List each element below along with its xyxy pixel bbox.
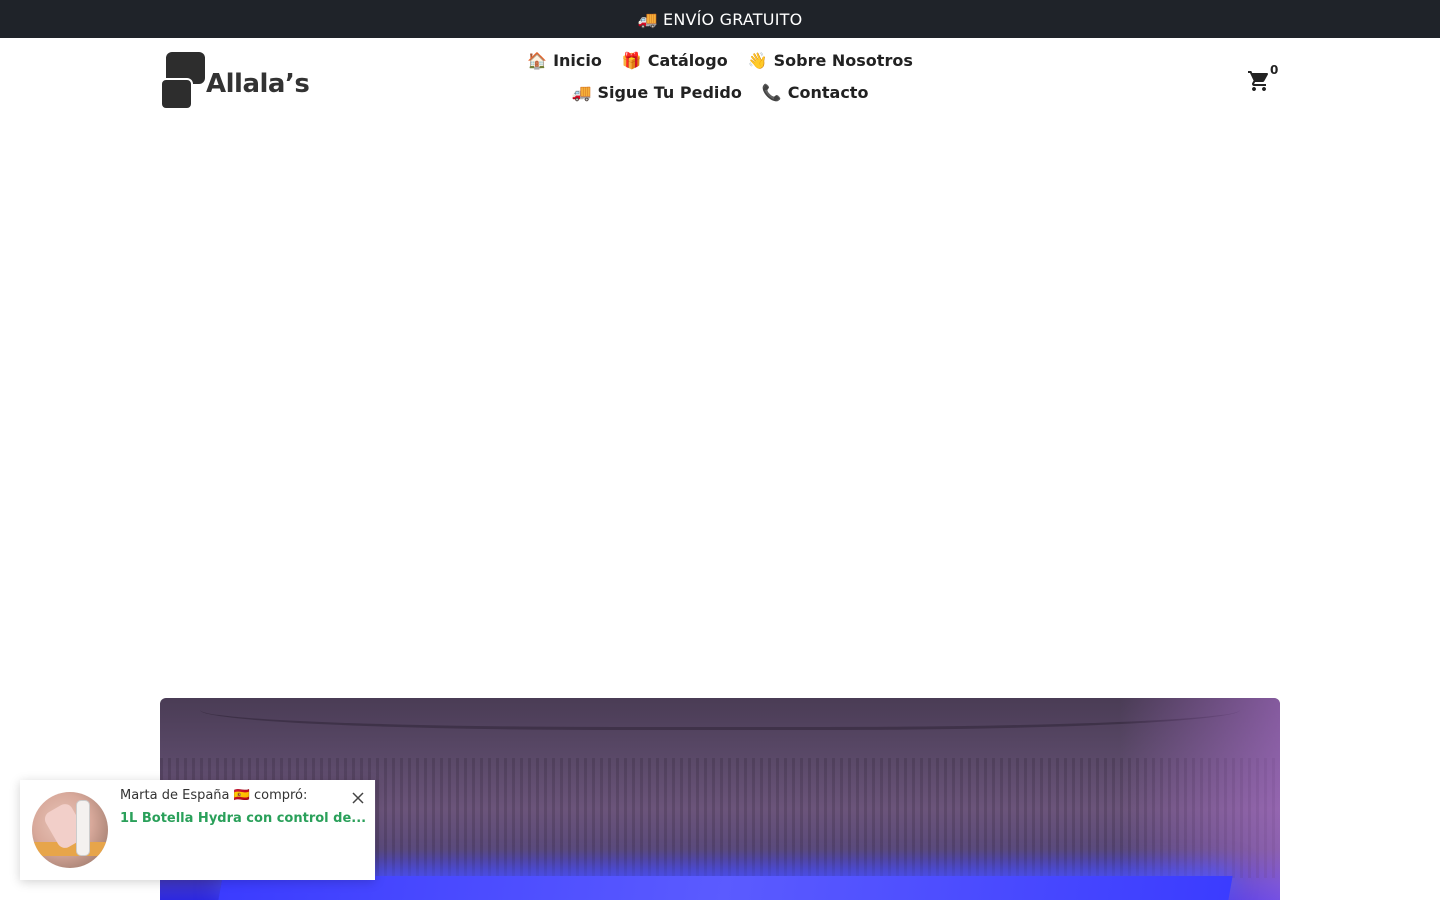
popup-product-link[interactable]: 1L Botella Hydra con control de... <box>120 811 366 826</box>
product-thumbnail[interactable] <box>32 792 108 868</box>
nav-item-label: Inicio <box>553 50 602 70</box>
logo-mark-icon <box>160 52 206 110</box>
site-logo[interactable]: Allala’s <box>160 51 310 111</box>
close-icon[interactable] <box>350 790 366 806</box>
nav-item-label: Contacto <box>787 82 869 102</box>
nav-item-label: Sigue Tu Pedido <box>597 82 742 102</box>
waving-hand-icon: 👋 <box>747 50 768 70</box>
site-header: Allala’s 🏠 Inicio 🎁 Catálogo 👋 Sobre Nos… <box>0 38 1440 124</box>
gift-icon: 🎁 <box>621 50 642 70</box>
nav-item-contacto[interactable]: 📞 Contacto <box>762 80 869 104</box>
nav-item-sigue-tu-pedido[interactable]: 🚚 Sigue Tu Pedido <box>572 80 742 104</box>
announcement-bar: 🚚 ENVÍO GRATUITO <box>0 0 1440 38</box>
recent-purchase-popup[interactable]: Marta de España 🇪🇸 compró: 1L Botella Hy… <box>20 780 375 880</box>
logo-text: Allala’s <box>206 69 310 99</box>
cart-button[interactable]: 0 <box>1247 63 1283 96</box>
main-nav: 🏠 Inicio 🎁 Catálogo 👋 Sobre Nosotros 🚚 S… <box>480 48 960 104</box>
nav-item-label: Sobre Nosotros <box>773 50 913 70</box>
nav-item-catalogo[interactable]: 🎁 Catálogo <box>622 48 728 72</box>
phone-icon: 📞 <box>761 82 782 102</box>
shopping-cart-icon <box>1248 71 1269 91</box>
announcement-text: 🚚 ENVÍO GRATUITO <box>637 9 803 29</box>
delivery-truck-icon: 🚚 <box>571 82 592 102</box>
nav-item-inicio[interactable]: 🏠 Inicio <box>527 48 602 72</box>
nav-item-sobre-nosotros[interactable]: 👋 Sobre Nosotros <box>748 48 913 72</box>
popup-buyer-text: Marta de España 🇪🇸 compró: <box>120 788 308 803</box>
cart-count-badge: 0 <box>1270 63 1279 77</box>
nav-item-label: Catálogo <box>647 50 728 70</box>
house-icon: 🏠 <box>527 50 548 70</box>
